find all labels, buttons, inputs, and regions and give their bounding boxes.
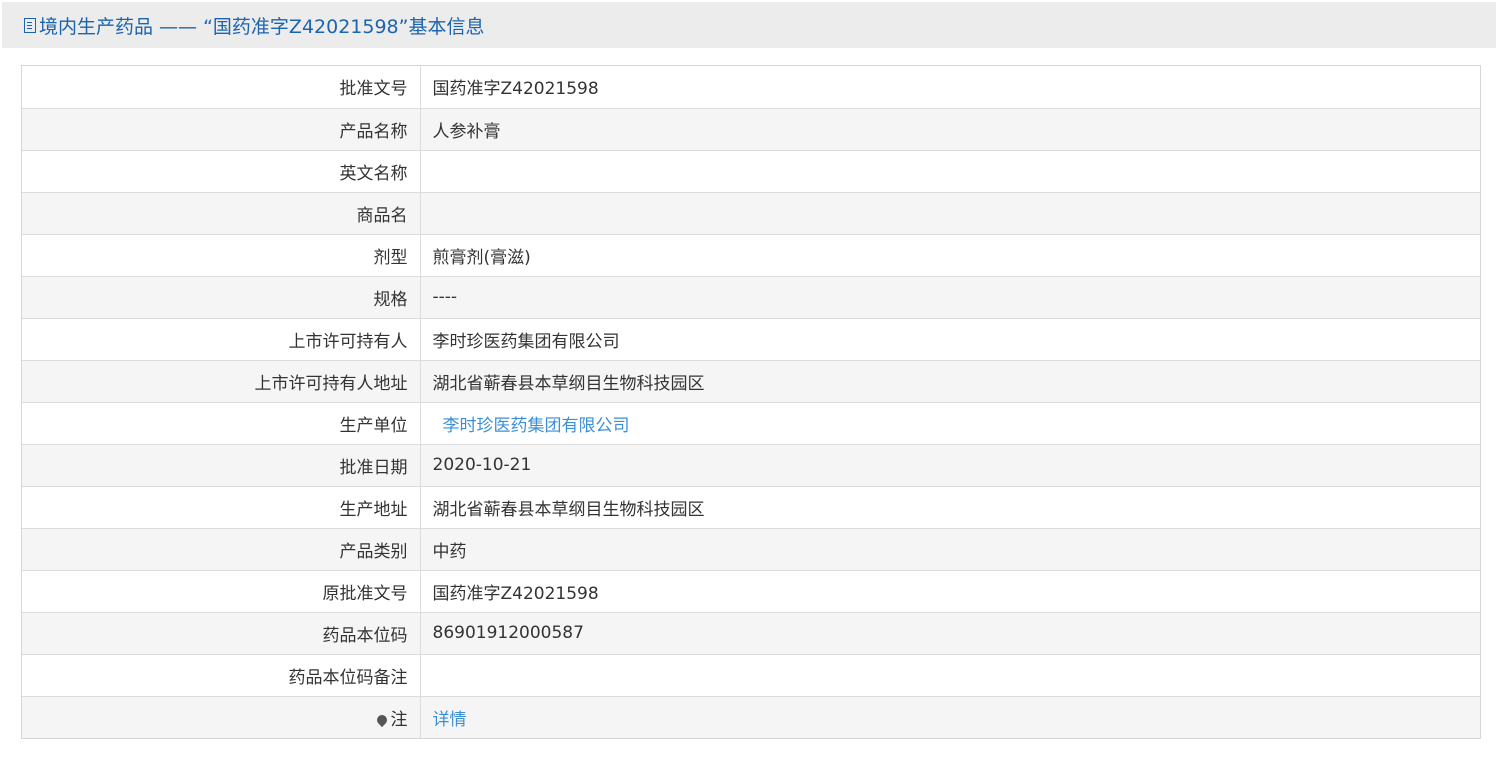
row-value: 2020-10-21 <box>420 443 1480 486</box>
row-value <box>420 653 1480 696</box>
row-label: 批准文号 <box>22 66 421 108</box>
row-value-cell: 详情 <box>420 695 1480 738</box>
table-row-approval-date: 批准日期 2020-10-21 <box>22 443 1480 486</box>
table-row-specification: 规格 ---- <box>22 275 1480 318</box>
row-value: 煎膏剂(膏滋) <box>420 233 1480 276</box>
table-row-dosage-form: 剂型 煎膏剂(膏滋) <box>22 233 1480 276</box>
document-icon <box>24 17 36 33</box>
info-table: 批准文号 国药准字Z42021598 产品名称 人参补膏 英文名称 商品名 剂型 <box>21 65 1481 739</box>
row-label: 上市许可持有人 <box>22 317 421 360</box>
page-title: 境内生产药品 —— “国药准字Z42021598”基本信息 <box>39 15 485 38</box>
table-row-manufacturer: 生产单位 李时珍医药集团有限公司 <box>22 401 1480 444</box>
row-label: 批准日期 <box>22 443 421 486</box>
row-value: 李时珍医药集团有限公司 <box>420 317 1480 360</box>
row-label: 药品本位码备注 <box>22 653 421 696</box>
row-label: 注 <box>390 709 408 730</box>
row-label: 剂型 <box>22 233 421 276</box>
pin-icon <box>374 712 389 727</box>
table-row-original-approval-number: 原批准文号 国药准字Z42021598 <box>22 569 1480 612</box>
panel-header: 境内生产药品 —— “国药准字Z42021598”基本信息 <box>2 2 1496 48</box>
row-label: 英文名称 <box>22 149 421 192</box>
manufacturer-link[interactable]: 李时珍医药集团有限公司 <box>433 416 630 436</box>
row-value: 湖北省蕲春县本草纲目生物科技园区 <box>420 485 1480 528</box>
row-value <box>420 149 1480 192</box>
row-label: 生产地址 <box>22 485 421 528</box>
table-row-trade-name: 商品名 <box>22 191 1480 234</box>
row-label: 产品名称 <box>22 107 421 150</box>
row-value: 湖北省蕲春县本草纲目生物科技园区 <box>420 359 1480 402</box>
table-row-approval-number: 批准文号 国药准字Z42021598 <box>22 66 1480 108</box>
row-value-cell: 李时珍医药集团有限公司 <box>420 401 1480 444</box>
table-row-english-name: 英文名称 <box>22 149 1480 192</box>
row-value: ---- <box>420 275 1480 318</box>
row-label: 原批准文号 <box>22 569 421 612</box>
table-row-product-name: 产品名称 人参补膏 <box>22 107 1480 150</box>
table-row-product-category: 产品类别 中药 <box>22 527 1480 570</box>
table-row-license-holder-address: 上市许可持有人地址 湖北省蕲春县本草纲目生物科技园区 <box>22 359 1480 402</box>
row-label: 商品名 <box>22 191 421 234</box>
row-label-cell: 注 <box>22 695 421 738</box>
table-row-license-holder: 上市许可持有人 李时珍医药集团有限公司 <box>22 317 1480 360</box>
table-row-drug-code-remark: 药品本位码备注 <box>22 653 1480 696</box>
details-link[interactable]: 详情 <box>433 710 467 730</box>
table-row-note: 注 详情 <box>22 695 1480 738</box>
row-label: 上市许可持有人地址 <box>22 359 421 402</box>
row-value <box>420 191 1480 234</box>
row-label: 生产单位 <box>22 401 421 444</box>
row-value: 国药准字Z42021598 <box>432 79 599 100</box>
row-value: 国药准字Z42021598 <box>420 569 1480 612</box>
row-label: 产品类别 <box>22 527 421 570</box>
table-row-drug-code: 药品本位码 86901912000587 <box>22 611 1480 654</box>
page: 境内生产药品 —— “国药准字Z42021598”基本信息 批准文号 国药准字Z… <box>0 0 1496 760</box>
row-value: 人参补膏 <box>420 107 1480 150</box>
row-label: 规格 <box>22 275 421 318</box>
row-value: 86901912000587 <box>420 611 1480 654</box>
table-row-production-address: 生产地址 湖北省蕲春县本草纲目生物科技园区 <box>22 485 1480 528</box>
row-label: 药品本位码 <box>22 611 421 654</box>
row-value: 中药 <box>420 527 1480 570</box>
